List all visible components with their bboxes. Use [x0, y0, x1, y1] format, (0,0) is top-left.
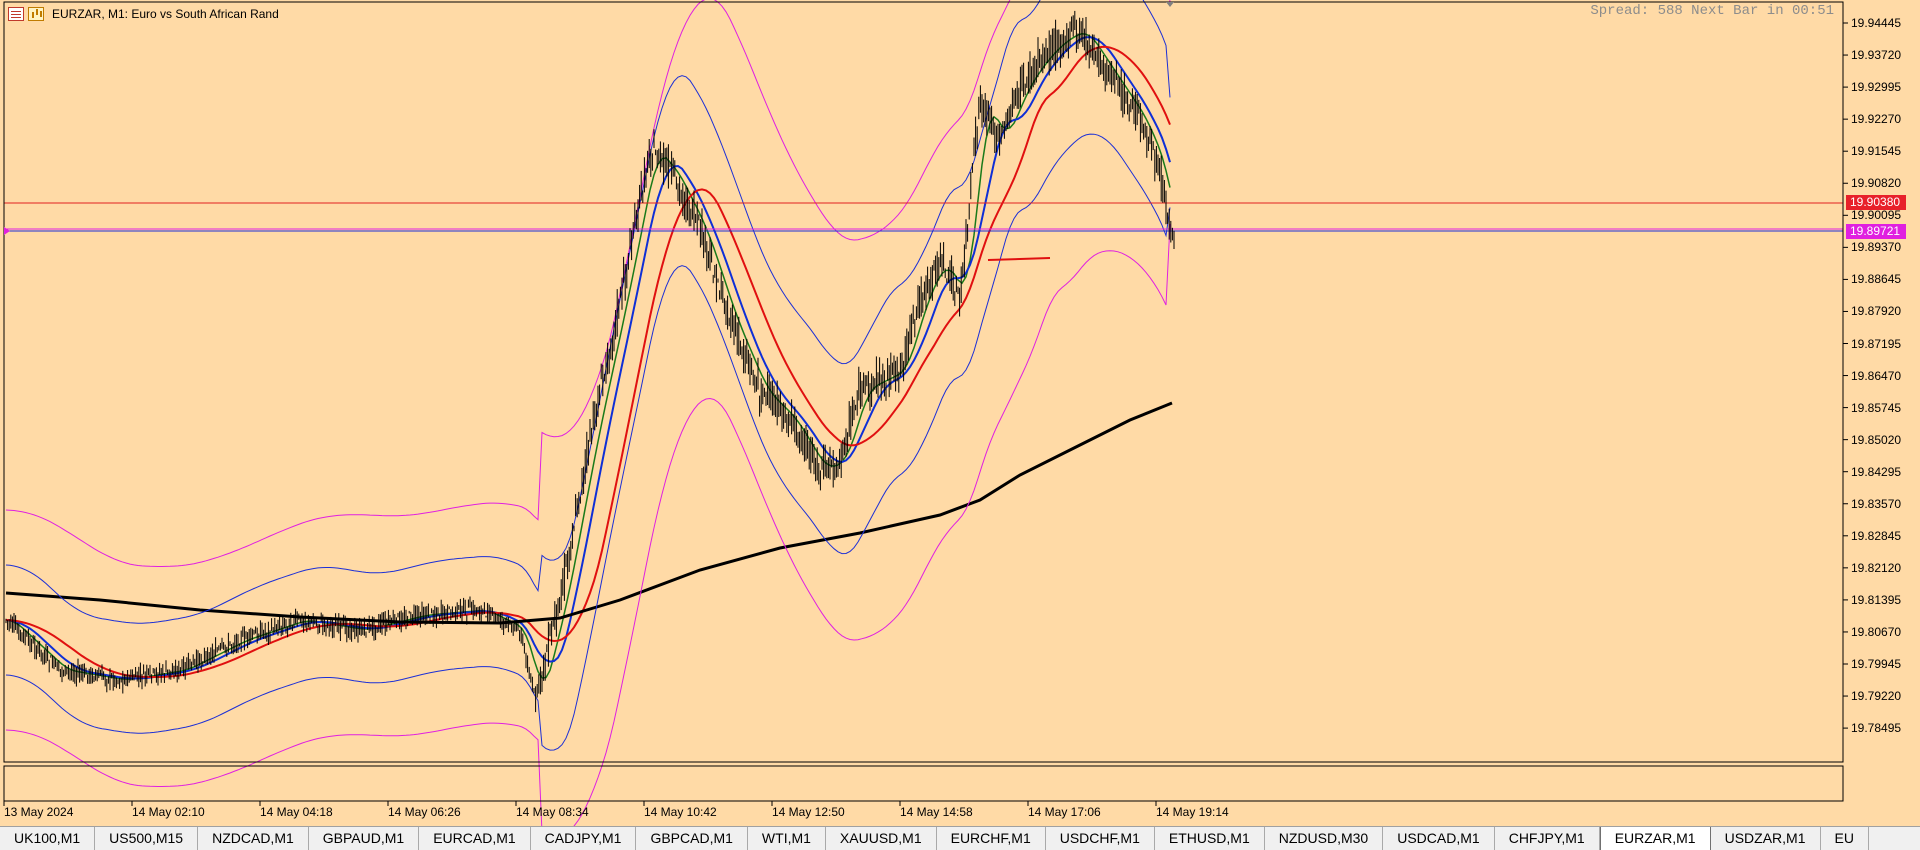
price-axis-label: 19.80670 [1851, 624, 1902, 639]
price-axis-label: 19.90820 [1851, 176, 1902, 191]
price-axis-label: 19.84295 [1851, 464, 1902, 479]
symbol-tab[interactable]: USDCHF,M1 [1045, 827, 1155, 850]
time-axis-label: 14 May 17:06 [1028, 805, 1101, 819]
time-axis-label: 14 May 10:42 [644, 805, 717, 819]
symbol-tab[interactable]: USDZAR,M1 [1710, 827, 1821, 850]
price-axis-label: 19.79945 [1851, 657, 1902, 671]
symbol-tab[interactable]: USDCAD,M1 [1383, 827, 1495, 850]
price-axis-label: 19.88645 [1851, 272, 1902, 287]
indicator-subwindow [3, 765, 1844, 802]
symbol-tab[interactable]: EURZAR,M1 [1599, 827, 1711, 850]
chart-type-icon[interactable] [28, 7, 44, 21]
chart-title-bar: EURZAR, M1: Euro vs South African Rand [8, 6, 279, 22]
time-axis-label: 14 May 06:26 [388, 805, 461, 819]
price-axis-label: 19.92995 [1851, 80, 1902, 95]
time-axis-label: 14 May 19:14 [1156, 805, 1229, 819]
price-axis-label: 19.89370 [1851, 240, 1902, 255]
red-level-tag: 19.90380 [1846, 195, 1906, 210]
chart-area[interactable]: EURZAR, M1: Euro vs South African Rand S… [0, 0, 1920, 826]
spread-countdown: Spread: 588 Next Bar in 00:51 [1590, 3, 1834, 19]
symbol-tab[interactable]: NZDUSD,M30 [1264, 827, 1384, 850]
time-axis-label: 13 May 2024 [4, 805, 74, 819]
time-axis-label: 14 May 04:18 [260, 805, 333, 819]
symbol-tab[interactable]: EURCAD,M1 [419, 827, 531, 850]
symbol-tab[interactable]: UK100,M1 [0, 827, 96, 850]
time-axis-label: 14 May 14:58 [900, 805, 973, 819]
time-axis-label: 14 May 08:34 [516, 805, 589, 819]
symbol-tab[interactable]: EURCHF,M1 [936, 827, 1046, 850]
chart-title: EURZAR, M1: Euro vs South African Rand [52, 7, 279, 21]
price-axis-label: 19.93720 [1851, 48, 1902, 63]
price-axis-label: 19.86470 [1851, 368, 1902, 383]
symbol-tab[interactable]: EU [1820, 827, 1869, 850]
price-axis-label: 19.87920 [1851, 304, 1902, 319]
symbol-tab[interactable]: GBPCAD,M1 [636, 827, 748, 850]
symbol-tab[interactable]: CHFJPY,M1 [1494, 827, 1600, 850]
symbol-tab[interactable]: US500,M15 [95, 827, 199, 850]
price-axis-label: 19.87195 [1851, 336, 1902, 351]
price-axis-label: 19.85020 [1851, 432, 1902, 447]
symbol-tab[interactable]: GBPAUD,M1 [308, 827, 420, 850]
symbol-tab[interactable]: CADJPY,M1 [530, 827, 637, 850]
symbol-tabs: UK100,M1 US500,M15 NZDCAD,M1 GBPAUD,M1 EURCA… [0, 826, 1920, 850]
price-axis-label: 19.82845 [1851, 528, 1902, 543]
price-axis-label: 19.81395 [1851, 592, 1902, 607]
symbol-tab[interactable]: XAUUSD,M1 [825, 827, 937, 850]
price-axis-label: 19.83570 [1851, 496, 1902, 511]
symbol-tab[interactable]: WTI,M1 [747, 827, 826, 850]
price-axis-label: 19.92270 [1851, 112, 1902, 127]
chart-canvas[interactable] [0, 0, 1920, 826]
price-axis-label: 19.82120 [1851, 560, 1902, 575]
time-axis-label: 14 May 12:50 [772, 805, 845, 819]
plot-background [4, 2, 1843, 762]
price-axis-label: 19.78495 [1851, 721, 1902, 736]
price-axis-label: 19.91545 [1851, 144, 1902, 159]
symbol-tab[interactable]: ETHUSD,M1 [1154, 827, 1265, 850]
symbol-tab[interactable]: NZDCAD,M1 [198, 827, 309, 850]
bid-price-tag: 19.89721 [1846, 224, 1906, 239]
time-axis-label: 14 May 02:10 [132, 805, 205, 819]
price-axis-label: 19.85745 [1851, 400, 1902, 415]
price-axis-label: 19.94445 [1851, 16, 1902, 30]
price-axis-label: 19.79220 [1851, 689, 1902, 704]
list-icon[interactable] [8, 7, 24, 21]
